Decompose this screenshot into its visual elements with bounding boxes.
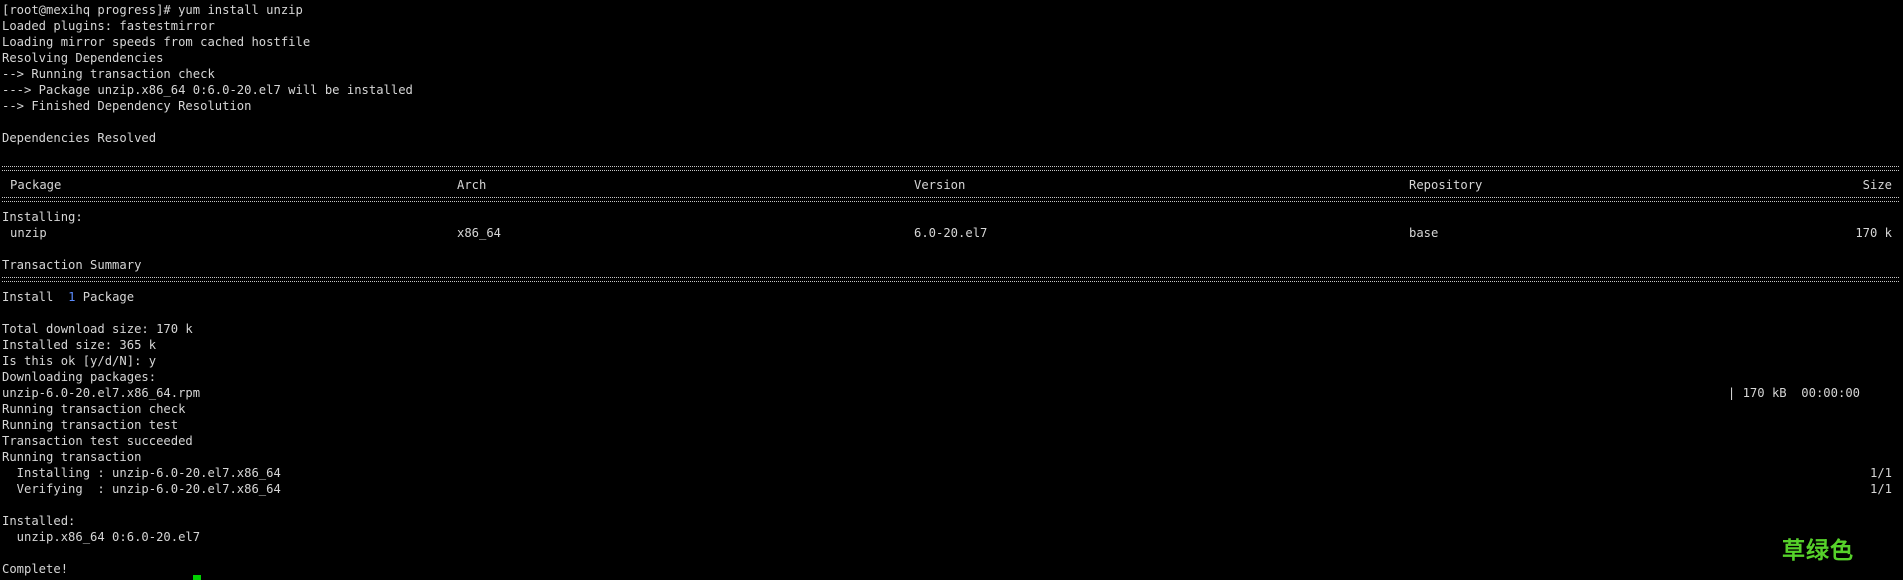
table-separator-header: [2, 197, 1899, 202]
table-separator-summary: [2, 277, 1899, 282]
table-cell-size: 170 k: [1855, 226, 1892, 240]
output-line: Total download size: 170 k: [2, 322, 193, 336]
summary-title: Transaction Summary: [2, 258, 142, 272]
download-file: unzip-6.0-20.el7.x86_64.rpm: [2, 386, 201, 400]
prompt-line: [root@mexihq progress]# yum install unzi…: [2, 3, 303, 17]
step-installing: Installing : unzip-6.0-20.el7.x86_64: [2, 466, 281, 480]
summary-install-line: Install 1 Package: [2, 289, 134, 305]
output-line: Loaded plugins: fastestmirror: [2, 19, 215, 33]
output-line: --> Running transaction check: [2, 67, 215, 81]
output-line: Dependencies Resolved: [2, 131, 157, 145]
terminal-cursor: [193, 575, 201, 580]
output-line: Loading mirror speeds from cached hostfi…: [2, 35, 311, 49]
output-line: Running transaction: [2, 450, 142, 464]
step-verifying: Verifying : unzip-6.0-20.el7.x86_64: [2, 482, 281, 496]
output-line: Running transaction test: [2, 418, 179, 432]
summary-install-prefix: Install: [2, 290, 54, 304]
output-line: Resolving Dependencies: [2, 51, 164, 65]
step-installing-count: 1/1: [1869, 466, 1892, 480]
terminal-window[interactable]: [root@mexihq progress]# yum install unzi…: [2, 2, 1901, 578]
complete-line: Complete!: [2, 562, 69, 576]
output-line: Is this ok [y/d/N]: y: [2, 354, 157, 368]
step-verifying-count: 1/1: [1869, 482, 1892, 496]
table-cell-version: 6.0-20.el7: [914, 226, 988, 240]
installed-label: Installed:: [2, 514, 76, 528]
table-header-size: Size: [1862, 178, 1892, 192]
watermark-text: 草绿色: [1782, 538, 1854, 564]
table-section-label: Installing:: [2, 210, 83, 224]
table-header-package: Package: [10, 178, 62, 192]
summary-install-count: 1: [68, 290, 76, 304]
installed-item: unzip.x86_64 0:6.0-20.el7: [2, 530, 201, 544]
table-separator-top: [2, 166, 1899, 171]
table-cell-arch: x86_64: [457, 226, 502, 240]
table-header-arch: Arch: [457, 178, 487, 192]
output-line: ---> Package unzip.x86_64 0:6.0-20.el7 w…: [2, 83, 413, 97]
table-header-version: Version: [914, 178, 966, 192]
output-line: Transaction test succeeded: [2, 434, 193, 448]
summary-install-suffix: Package: [82, 290, 135, 304]
table-cell-repository: base: [1409, 226, 1439, 240]
download-progress: | 170 kB 00:00:00: [1727, 386, 1860, 400]
output-line: Downloading packages:: [2, 370, 157, 384]
table-header-repository: Repository: [1409, 178, 1483, 192]
output-line: Running transaction check: [2, 402, 186, 416]
output-line: Installed size: 365 k: [2, 338, 157, 352]
output-line: --> Finished Dependency Resolution: [2, 99, 252, 113]
table-cell-package: unzip: [10, 226, 47, 240]
